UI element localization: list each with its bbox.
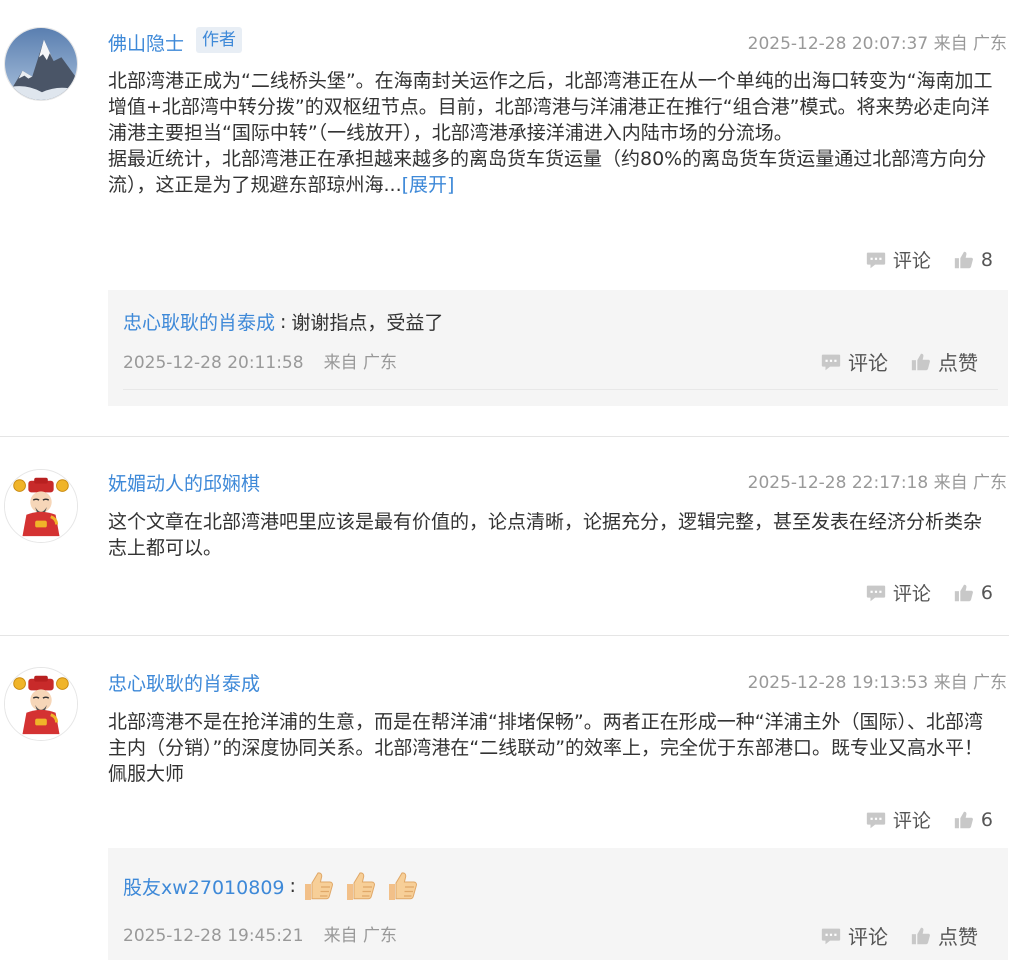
caishen-avatar-icon (5, 668, 77, 740)
reply-comment-label: 评论 (848, 351, 888, 375)
comment-timestamp: 2025-12-28 22:17:18 来自 广东 (747, 473, 1007, 493)
comment-label: 评论 (892, 250, 931, 272)
reply-content: 忠心耿耿的肖泰成 : 谢谢指点，受益了 (123, 308, 443, 335)
avatar[interactable] (4, 667, 78, 741)
like-count: 6 (980, 808, 993, 831)
comment-button[interactable]: 评论 (865, 579, 931, 606)
reply-box: 股友xw27010809 : 2025-12-28 19:45:21 来自 广东 … (108, 848, 1008, 960)
comment-icon (865, 582, 887, 604)
like-button[interactable]: 6 (953, 809, 993, 831)
comment-actions: 评论 6 (865, 579, 993, 606)
mountain-avatar-icon (5, 28, 77, 100)
reply-actions: 评论 点赞 (820, 921, 978, 950)
expand-link[interactable]: [展开] (402, 174, 455, 196)
reply-colon: : (280, 310, 287, 333)
comment-body: 北部湾港不是在抢洋浦的生意，而是在帮洋浦“排堵保畅”。两者正在形成一种“洋浦主外… (108, 709, 998, 787)
comment-body: 北部湾港正成为“二线桥头堡”。在海南封关运作之后，北部湾港正在从一个单纯的出海口… (108, 68, 998, 198)
reply-location: 来自 广东 (323, 353, 397, 373)
comment-icon (865, 809, 887, 831)
reply-text: 谢谢指点，受益了 (291, 312, 444, 334)
reply-comment-button[interactable]: 评论 (820, 347, 888, 376)
like-count: 8 (980, 248, 993, 271)
avatar[interactable] (4, 469, 78, 543)
comment-icon (865, 249, 887, 271)
reply-like-button[interactable]: 点赞 (910, 347, 978, 376)
username[interactable]: 佛山隐士 (108, 29, 184, 56)
thumbs-up-emoji-icon (343, 868, 379, 904)
comment-icon (820, 351, 842, 373)
avatar[interactable] (4, 27, 78, 101)
reply-comment-label: 评论 (848, 925, 888, 949)
thumbs-up-icon (910, 925, 932, 947)
username[interactable]: 妩媚动人的邱娴棋 (108, 469, 260, 496)
reply-content: 股友xw27010809 : (123, 868, 427, 904)
comment-button[interactable]: 评论 (865, 246, 931, 273)
reply-box: 忠心耿耿的肖泰成 : 谢谢指点，受益了 2025-12-28 20:11:58 来… (108, 290, 1008, 406)
reply-divider (123, 389, 998, 390)
reply-comment-button[interactable]: 评论 (820, 921, 888, 950)
username[interactable]: 忠心耿耿的肖泰成 (108, 669, 260, 696)
comment-body: 这个文章在北部湾港吧里应该是最有价值的，论点清晰，论据充分，逻辑完整，甚至发表在… (108, 509, 998, 561)
reply-time: 2025-12-28 20:11:58 (123, 353, 304, 373)
reply-like-button[interactable]: 点赞 (910, 921, 978, 950)
comment-timestamp: 2025-12-28 19:13:53 来自 广东 (747, 673, 1007, 693)
comment-icon (820, 925, 842, 947)
comment-label: 评论 (892, 810, 931, 832)
reply-like-label: 点赞 (938, 351, 978, 375)
comment-text: 北部湾港不是在抢洋浦的生意，而是在帮洋浦“排堵保畅”。两者正在形成一种“洋浦主外… (108, 711, 984, 785)
caishen-avatar-icon (5, 470, 77, 542)
comment-text: 北部湾港正成为“二线桥头堡”。在海南封关运作之后，北部湾港正在从一个单纯的出海口… (108, 70, 993, 196)
like-button[interactable]: 6 (953, 582, 993, 604)
thumbs-up-icon (953, 249, 975, 271)
thumbs-up-emoji-icon (385, 868, 421, 904)
reply-time: 2025-12-28 19:45:21 (123, 926, 304, 946)
comment-button[interactable]: 评论 (865, 806, 931, 833)
comment-text: 这个文章在北部湾港吧里应该是最有价值的，论点清晰，论据充分，逻辑完整，甚至发表在… (108, 511, 983, 559)
comment-label: 评论 (892, 583, 931, 605)
reply-username[interactable]: 忠心耿耿的肖泰成 (123, 308, 275, 335)
author-badge: 作者 (196, 27, 242, 53)
thumbs-up-icon (910, 351, 932, 373)
comment-item: 佛山隐士 作者 2025-12-28 20:07:37 来自 广东 北部湾港正成… (0, 0, 1009, 430)
like-count: 6 (980, 581, 993, 604)
thumbs-up-icon (953, 809, 975, 831)
comment-item: 妩媚动人的邱娴棋 2025-12-28 22:17:18 来自 广东 这个文章在… (0, 437, 1009, 632)
comment-actions: 评论 6 (865, 806, 993, 833)
reply-like-label: 点赞 (938, 925, 978, 949)
reply-colon: : (289, 875, 296, 897)
thumbs-up-emoji-icon (301, 868, 337, 904)
comment-actions: 评论 8 (865, 246, 993, 273)
thumbs-up-icon (953, 582, 975, 604)
reply-meta: 2025-12-28 19:45:21 来自 广东 (123, 921, 397, 946)
comment-item: 忠心耿耿的肖泰成 2025-12-28 19:13:53 来自 广东 北部湾港不… (0, 636, 1009, 960)
comment-timestamp: 2025-12-28 20:07:37 来自 广东 (747, 34, 1007, 54)
reply-actions: 评论 点赞 (820, 347, 978, 376)
reply-meta: 2025-12-28 20:11:58 来自 广东 (123, 348, 397, 373)
like-button[interactable]: 8 (953, 249, 993, 271)
reply-username[interactable]: 股友xw27010809 (123, 873, 285, 900)
reply-location: 来自 广东 (323, 926, 397, 946)
